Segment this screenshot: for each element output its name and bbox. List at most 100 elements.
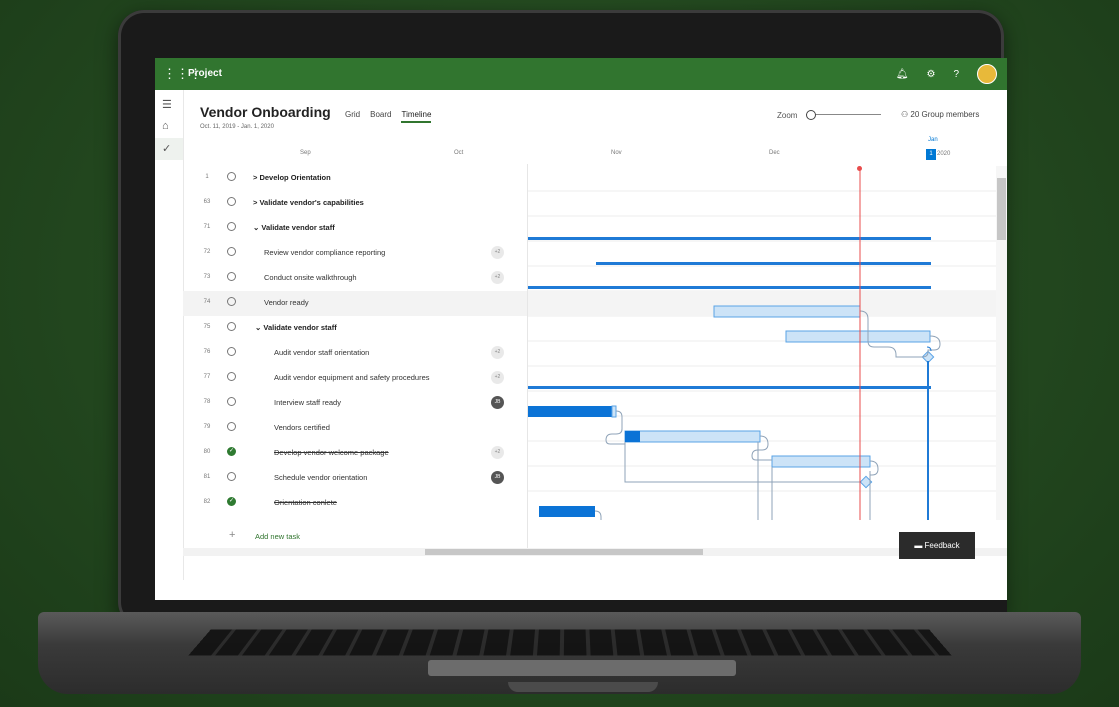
task-bar[interactable] [539, 506, 595, 517]
task-complete-checkbox[interactable] [227, 422, 236, 431]
dependency-link [869, 460, 879, 476]
task-name[interactable]: ⌄ Validate vendor staff [253, 223, 335, 232]
tab-grid[interactable]: Grid [345, 110, 360, 123]
task-name[interactable]: Orientation conlete [274, 498, 337, 507]
gear-icon[interactable]: ⚙ [926, 69, 935, 80]
avatar[interactable] [977, 64, 997, 84]
zoom-slider-knob[interactable] [806, 110, 816, 120]
table-row[interactable]: 1 > Develop Orientation [183, 166, 527, 191]
add-task-button[interactable]: Add new task [255, 532, 300, 541]
assignee-avatar[interactable]: JB [491, 471, 504, 484]
vertical-scroll-thumb[interactable] [997, 178, 1006, 240]
month-label: Dec [769, 150, 780, 156]
left-rail: ☰ ⌂ ✓ [155, 90, 184, 580]
assignee-count-badge[interactable]: +2 [491, 271, 504, 284]
table-row[interactable]: 79 Vendors certified [183, 416, 527, 441]
task-name[interactable]: Conduct onsite walkthrough [264, 273, 357, 282]
table-row[interactable]: 80 Develop vendor welcome package +2 [183, 441, 527, 466]
table-row[interactable]: 73 Conduct onsite walkthrough +2 [183, 266, 527, 291]
summary-bar[interactable] [528, 386, 931, 389]
zoom-label: Zoom [777, 111, 798, 120]
task-name[interactable]: Interview staff ready [274, 398, 341, 407]
summary-bar[interactable] [596, 262, 931, 265]
table-row[interactable]: 77 Audit vendor equipment and safety proc… [183, 366, 527, 391]
table-row[interactable]: 72 Review vendor compliance reporting +2 [183, 241, 527, 266]
gantt-chart [528, 166, 996, 520]
task-bar[interactable] [771, 455, 871, 468]
tab-board[interactable]: Board [370, 110, 391, 123]
task-bar[interactable] [611, 405, 617, 418]
task-complete-checkbox[interactable] [227, 472, 236, 481]
app-name: Project [188, 68, 222, 79]
task-number: 72 [203, 249, 211, 255]
task-complete-checkbox[interactable] [227, 347, 236, 356]
table-row[interactable]: 74 Vendor ready [183, 291, 527, 316]
task-name[interactable]: Schedule vendor orientation [274, 473, 367, 482]
task-name[interactable]: Audit vendor equipment and safety proced… [274, 373, 430, 382]
task-grid: 1 > Develop Orientation 63 > Validate vendo… [183, 166, 527, 520]
task-name[interactable]: > Validate vendor's capabilities [253, 198, 364, 207]
table-row[interactable]: 78 Interview staff ready JB [183, 391, 527, 416]
laptop-notch [508, 682, 658, 692]
feedback-label: Feedback [924, 541, 960, 550]
month-label: Jan [928, 137, 938, 143]
task-complete-checkbox[interactable] [227, 197, 236, 206]
task-complete-checkbox[interactable] [227, 247, 236, 256]
task-complete-checkbox[interactable] [227, 447, 236, 456]
assignee-count-badge[interactable]: +2 [491, 371, 504, 384]
task-name[interactable]: > Develop Orientation [253, 173, 331, 182]
task-name[interactable]: Review vendor compliance reporting [264, 248, 385, 257]
task-complete-checkbox[interactable] [227, 272, 236, 281]
home-icon[interactable]: ⌂ [162, 120, 169, 132]
task-bar[interactable] [713, 305, 861, 318]
table-row[interactable]: 75 ⌄ Validate vendor staff [183, 316, 527, 341]
task-complete-checkbox[interactable] [227, 397, 236, 406]
today-marker: 1 [926, 149, 936, 160]
task-complete-checkbox[interactable] [227, 372, 236, 381]
task-complete-checkbox[interactable] [227, 497, 236, 506]
task-name[interactable]: Vendors certified [274, 423, 330, 432]
task-complete-checkbox[interactable] [227, 172, 236, 181]
table-row[interactable]: 63 > Validate vendor's capabilities [183, 191, 527, 216]
horizontal-scroll-thumb[interactable] [425, 549, 703, 555]
assignee-count-badge[interactable]: +2 [491, 446, 504, 459]
today-line-marker [857, 166, 862, 171]
zoom-slider[interactable] [806, 114, 881, 115]
task-bar[interactable] [624, 430, 761, 443]
assignee-avatar[interactable]: JB [491, 396, 504, 409]
summary-bar[interactable] [528, 237, 931, 240]
help-icon[interactable]: ? [953, 69, 959, 80]
task-bar[interactable] [785, 330, 931, 343]
summary-bar[interactable] [528, 286, 931, 289]
table-row[interactable]: 81 Schedule vendor orientation JB [183, 466, 527, 491]
task-name[interactable]: Vendor ready [264, 298, 309, 307]
table-row[interactable]: 82 Orientation conlete [183, 491, 527, 516]
assignee-count-badge[interactable]: +2 [491, 246, 504, 259]
people-icon: ⚇ [901, 110, 909, 119]
plus-icon[interactable]: + [229, 529, 235, 541]
bell-icon[interactable]: 🔔︎ [896, 69, 909, 80]
task-number: 78 [203, 399, 211, 405]
task-complete-checkbox[interactable] [227, 322, 236, 331]
table-row[interactable]: 76 Audit vendor staff orientation +2 [183, 341, 527, 366]
feedback-button[interactable]: ▬ Feedback [899, 532, 975, 559]
month-header: Sep Oct Nov Dec [183, 150, 1007, 164]
task-number: 76 [203, 349, 211, 355]
task-number: 73 [203, 274, 211, 280]
tab-timeline[interactable]: Timeline [401, 110, 432, 123]
group-members-button[interactable]: ⚇ 20 Group members [901, 110, 979, 119]
table-row[interactable]: 71 ⌄ Validate vendor staff [183, 216, 527, 241]
app-screen: ⋮⋮⋮ Project 🔔︎ ⚙ ? ☰ ⌂ ✓ Vendor Onboardi… [155, 58, 1007, 600]
task-bar[interactable] [528, 406, 612, 417]
assignee-count-badge[interactable]: +2 [491, 346, 504, 359]
task-name[interactable]: Develop vendor welcome package [274, 448, 389, 457]
task-complete-checkbox[interactable] [227, 222, 236, 231]
task-complete-checkbox[interactable] [227, 297, 236, 306]
task-name[interactable]: Audit vendor staff orientation [274, 348, 369, 357]
task-name[interactable]: ⌄ Validate vendor staff [255, 323, 337, 332]
task-number: 1 [205, 174, 209, 180]
project-title: Vendor Onboarding [200, 104, 331, 120]
check-icon[interactable]: ✓ [162, 142, 171, 155]
group-members-label: 20 Group members [910, 110, 980, 119]
hamburger-icon[interactable]: ☰ [162, 98, 172, 111]
